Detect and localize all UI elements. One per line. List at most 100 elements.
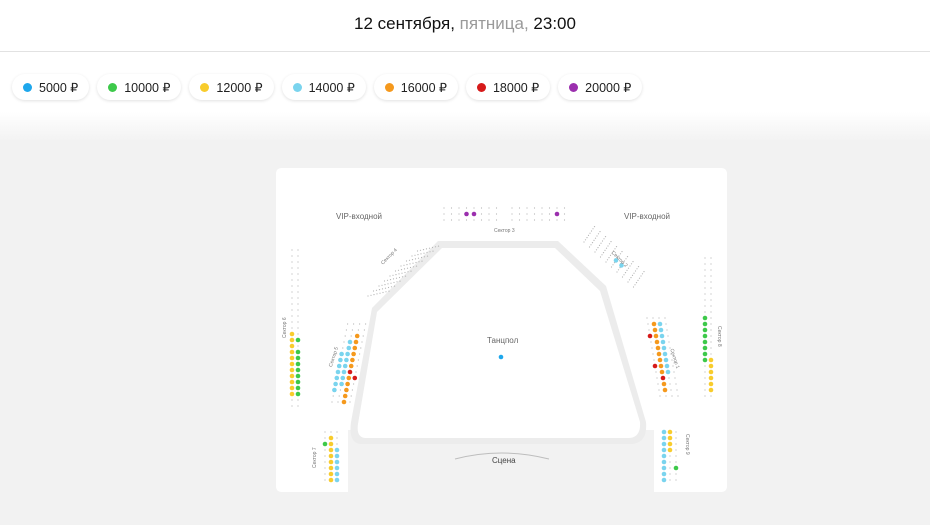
- seat-available[interactable]: [295, 379, 301, 385]
- seat-available[interactable]: [289, 349, 295, 355]
- seat-available[interactable]: [332, 387, 337, 393]
- seat-available[interactable]: [667, 441, 673, 447]
- seat-available[interactable]: [344, 387, 349, 393]
- seat-available[interactable]: [667, 429, 673, 435]
- seat-available[interactable]: [659, 369, 665, 375]
- price-chip-16000[interactable]: 16000 ₽: [373, 74, 458, 100]
- seat-available[interactable]: [661, 471, 667, 477]
- seat-available[interactable]: [322, 441, 328, 447]
- price-chip-12000[interactable]: 12000 ₽: [189, 74, 274, 100]
- seat-available[interactable]: [334, 447, 340, 453]
- seat-available[interactable]: [652, 363, 658, 369]
- seat-available[interactable]: [348, 363, 354, 369]
- seat-available[interactable]: [659, 333, 665, 339]
- seat-available[interactable]: [339, 351, 344, 357]
- seat-available[interactable]: [328, 477, 334, 483]
- seat-available[interactable]: [289, 343, 295, 349]
- seat-available[interactable]: [295, 337, 301, 343]
- seat-available[interactable]: [661, 465, 667, 471]
- seat-available[interactable]: [347, 339, 353, 345]
- seat-available[interactable]: [657, 357, 663, 363]
- seat-available[interactable]: [708, 357, 714, 363]
- seat-available[interactable]: [289, 367, 295, 373]
- seat-available[interactable]: [708, 369, 714, 375]
- seat-available[interactable]: [667, 447, 673, 453]
- seat-available[interactable]: [662, 387, 668, 393]
- seat-available[interactable]: [289, 373, 295, 379]
- seat-available[interactable]: [334, 465, 340, 471]
- seat-available[interactable]: [289, 391, 295, 397]
- seat-available[interactable]: [328, 459, 334, 465]
- seat-available[interactable]: [295, 373, 301, 379]
- seat-available[interactable]: [554, 211, 560, 217]
- seat-available[interactable]: [347, 369, 353, 375]
- seat-available[interactable]: [344, 357, 349, 363]
- seat-available[interactable]: [339, 381, 344, 387]
- seat-available[interactable]: [661, 381, 667, 387]
- price-chip-10000[interactable]: 10000 ₽: [97, 74, 182, 100]
- seat-available[interactable]: [661, 477, 667, 483]
- seat-available[interactable]: [328, 453, 334, 459]
- seat-available[interactable]: [702, 315, 708, 321]
- seat-available[interactable]: [661, 441, 667, 447]
- seat-available[interactable]: [336, 363, 342, 369]
- seat-available[interactable]: [464, 211, 469, 217]
- seat-available[interactable]: [498, 354, 504, 360]
- seat-available[interactable]: [352, 345, 358, 351]
- seat-available[interactable]: [660, 375, 666, 381]
- seat-available[interactable]: [295, 361, 301, 367]
- seat-available[interactable]: [289, 385, 295, 391]
- seat-available[interactable]: [334, 375, 340, 381]
- seat-available[interactable]: [333, 381, 338, 387]
- seat-available[interactable]: [342, 393, 348, 399]
- seat-available[interactable]: [295, 355, 301, 361]
- seat-available[interactable]: [708, 381, 714, 387]
- seat-available[interactable]: [661, 453, 667, 459]
- seat-available[interactable]: [647, 333, 653, 339]
- seat-available[interactable]: [673, 465, 679, 471]
- seat-available[interactable]: [289, 337, 295, 343]
- seat-available[interactable]: [653, 333, 659, 339]
- seat-available[interactable]: [342, 363, 348, 369]
- seat-available[interactable]: [354, 333, 360, 339]
- seat-available[interactable]: [334, 471, 340, 477]
- seat-available[interactable]: [702, 345, 708, 351]
- seat-available[interactable]: [664, 363, 670, 369]
- seat-available[interactable]: [657, 321, 663, 327]
- seat-available[interactable]: [345, 351, 350, 357]
- seat-available[interactable]: [295, 391, 301, 397]
- seat-available[interactable]: [661, 435, 667, 441]
- seat-available[interactable]: [702, 333, 708, 339]
- price-chip-14000[interactable]: 14000 ₽: [281, 74, 366, 100]
- seat-available[interactable]: [334, 477, 340, 483]
- seat-available[interactable]: [661, 447, 667, 453]
- price-chip-20000[interactable]: 20000 ₽: [558, 74, 643, 100]
- price-chip-5000[interactable]: 5000 ₽: [12, 74, 90, 100]
- seat-available[interactable]: [660, 339, 666, 345]
- seat-available[interactable]: [708, 375, 714, 381]
- seat-available[interactable]: [702, 339, 708, 345]
- seat-available[interactable]: [656, 351, 662, 357]
- price-chip-18000[interactable]: 18000 ₽: [465, 74, 551, 100]
- seat-available[interactable]: [335, 369, 341, 375]
- seat-available[interactable]: [350, 357, 355, 363]
- seat-available[interactable]: [328, 465, 334, 471]
- seat-available[interactable]: [658, 327, 664, 333]
- seat-available[interactable]: [652, 327, 658, 333]
- seat-available[interactable]: [651, 321, 657, 327]
- seat-available[interactable]: [351, 351, 356, 357]
- seat-available[interactable]: [661, 459, 667, 465]
- seating-map[interactable]: VIP-входной VIP-входной Танцпол Сцена Се…: [276, 168, 727, 492]
- seat-available[interactable]: [346, 345, 352, 351]
- seat-available[interactable]: [345, 381, 350, 387]
- seat-available[interactable]: [289, 331, 295, 337]
- seat-available[interactable]: [289, 379, 295, 385]
- seat-available[interactable]: [661, 345, 667, 351]
- seat-available[interactable]: [702, 351, 708, 357]
- seat-available[interactable]: [295, 385, 301, 391]
- seat-available[interactable]: [295, 367, 301, 373]
- seat-available[interactable]: [352, 375, 358, 381]
- seat-available[interactable]: [658, 363, 664, 369]
- seat-available[interactable]: [661, 429, 667, 435]
- seat-available[interactable]: [341, 399, 347, 405]
